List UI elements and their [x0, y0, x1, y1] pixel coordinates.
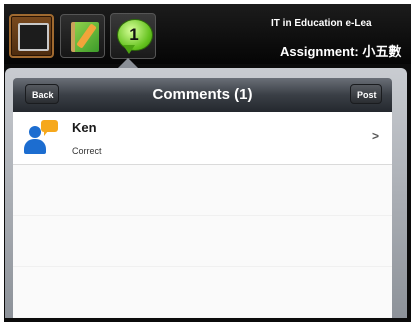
- empty-row: [13, 267, 392, 317]
- chat-bubble-tail: [44, 131, 48, 136]
- user-chat-icon: [23, 120, 59, 156]
- app-title: IT in Education e-Lea: [271, 18, 372, 29]
- comment-text: Correct: [72, 146, 102, 156]
- top-toolbar: 1 IT in Education e-Lea Assignment: 小五數: [4, 4, 411, 64]
- assignment-title: Assignment: 小五數: [280, 44, 402, 59]
- chalkboard-screen: [18, 23, 49, 51]
- back-button[interactable]: Back: [25, 84, 59, 104]
- speech-bubble-tail: [123, 45, 135, 54]
- avatar-head: [29, 126, 41, 138]
- list-item[interactable]: Ken Correct >: [13, 112, 392, 165]
- comment-count-badge: 1: [129, 25, 139, 44]
- commenter-name: Ken: [72, 120, 97, 135]
- popover-title: Comments (1): [152, 86, 253, 103]
- post-button[interactable]: Post: [350, 84, 382, 104]
- comments-list: Ken Correct >: [13, 112, 392, 318]
- notebook-icon[interactable]: [60, 14, 105, 58]
- popover-navbar: Comments (1) Back Post: [13, 78, 392, 112]
- empty-row: [13, 165, 392, 216]
- empty-row: [13, 216, 392, 267]
- avatar-body: [24, 139, 46, 154]
- chalkboard-icon[interactable]: [9, 14, 54, 58]
- comments-icon[interactable]: 1: [110, 13, 156, 59]
- chevron-right-icon: >: [371, 129, 379, 143]
